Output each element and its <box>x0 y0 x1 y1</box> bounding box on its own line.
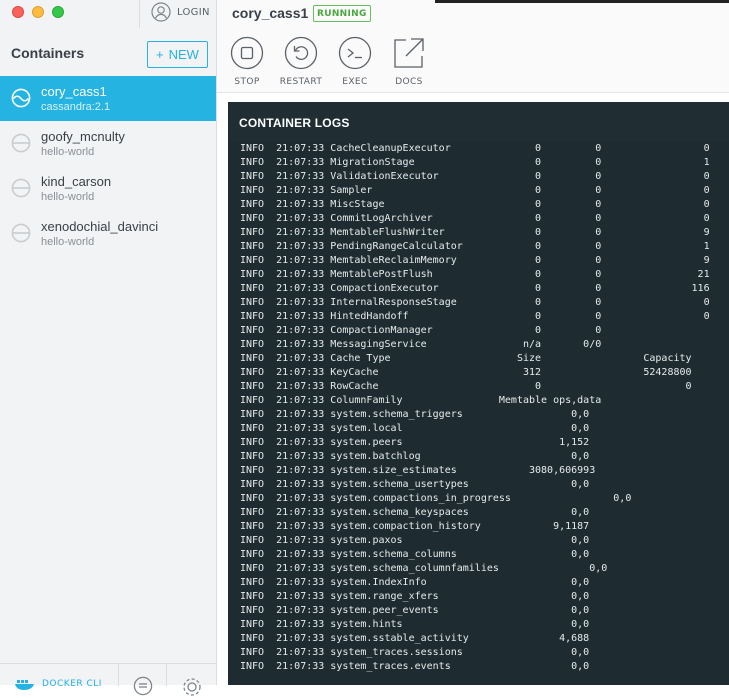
log-line: INFO 21:07:33 system.sstable_activity 4,… <box>240 633 590 644</box>
log-line: INFO 21:07:33 system.schema_triggers 0,0 <box>240 409 590 420</box>
log-line: INFO 21:07:33 system_traces.sessions 0,0 <box>240 647 590 658</box>
login-button[interactable]: LOGIN <box>151 1 210 23</box>
log-line: INFO 21:07:33 system_traces.events 0,0 <box>240 661 590 672</box>
sidebar-title: Containers <box>11 45 85 61</box>
gear-icon[interactable] <box>181 676 203 698</box>
log-line: INFO 21:07:33 system.peers 1,152 <box>240 437 590 448</box>
log-line: INFO 21:07:33 system.batchlog 0,0 <box>240 451 590 462</box>
log-line: INFO 21:07:33 Sampler 0 0 0 <box>240 185 710 196</box>
log-line: INFO 21:07:33 system.schema_usertypes 0,… <box>240 479 590 490</box>
container-image: hello-world <box>41 236 95 248</box>
stop-icon <box>230 36 264 70</box>
container-item-cory-cass1[interactable]: cory_cass1 cassandra:2.1 <box>0 76 216 121</box>
minimize-window-button[interactable] <box>32 6 44 18</box>
restart-label: RESTART <box>279 77 323 87</box>
new-button-label: NEW <box>168 47 199 62</box>
container-image: cassandra:2.1 <box>41 101 111 113</box>
log-line: INFO 21:07:33 Cache Type Size Capacity <box>240 353 692 364</box>
log-line: INFO 21:07:33 MemtablePostFlush 0 0 21 <box>240 269 710 280</box>
divider <box>166 664 167 686</box>
log-line: INFO 21:07:33 KeyCache 312 52428800 <box>240 367 692 378</box>
maximize-window-button[interactable] <box>52 6 64 18</box>
logs-header: CONTAINER LOGS <box>228 102 729 142</box>
container-header: cory_cass1 RUNNING STOP RESTART EXEC DOC <box>217 0 729 93</box>
container-name: kind_carson <box>41 174 112 189</box>
container-logs-panel[interactable]: CONTAINER LOGS INFO 21:07:33 CacheCleanu… <box>228 102 729 685</box>
log-line: INFO 21:07:33 system.compaction_history … <box>240 521 590 532</box>
log-line: INFO 21:07:33 MiscStage 0 0 0 <box>240 199 710 210</box>
log-output[interactable]: INFO 21:07:33 CacheCleanupExecutor 0 0 0… <box>240 142 729 685</box>
external-link-icon <box>394 38 424 68</box>
divider <box>139 0 140 28</box>
user-icon <box>151 2 171 22</box>
container-name: cory_cass1 <box>41 84 107 99</box>
container-item-xenodochial-davinci[interactable]: xenodochial_davinci hello-world <box>0 211 216 256</box>
docs-button[interactable]: DOCS <box>384 36 434 87</box>
log-line: INFO 21:07:33 ColumnFamily Memtable ops,… <box>240 395 602 406</box>
docker-cli-label: DOCKER CLI <box>42 679 102 689</box>
container-item-goofy-mcnulty[interactable]: goofy_mcnulty hello-world <box>0 121 216 166</box>
log-line: INFO 21:07:33 system.peer_events 0,0 <box>240 605 590 616</box>
stopped-container-icon <box>11 133 31 153</box>
exec-button[interactable]: EXEC <box>330 36 380 87</box>
log-line: INFO 21:07:33 MemtableReclaimMemory 0 0 … <box>240 255 710 266</box>
log-line: INFO 21:07:33 RowCache 0 0 <box>240 381 692 392</box>
container-item-kind-carson[interactable]: kind_carson hello-world <box>0 166 216 211</box>
container-name: goofy_mcnulty <box>41 129 125 144</box>
log-line: INFO 21:07:33 CacheCleanupExecutor 0 0 0 <box>240 143 710 154</box>
new-container-button[interactable]: + NEW <box>147 41 208 68</box>
container-image: hello-world <box>41 146 95 158</box>
close-window-button[interactable] <box>12 6 24 18</box>
logs-title: CONTAINER LOGS <box>239 116 350 130</box>
stop-label: STOP <box>234 77 260 87</box>
container-image: hello-world <box>41 191 95 203</box>
log-line: INFO 21:07:33 system.IndexInfo 0,0 <box>240 577 590 588</box>
exec-label: EXEC <box>342 77 368 87</box>
plus-icon: + <box>156 47 164 62</box>
log-line: INFO 21:07:33 HintedHandoff 0 0 0 <box>240 311 710 322</box>
docs-label: DOCS <box>395 77 423 87</box>
log-line: INFO 21:07:33 CompactionManager 0 0 <box>240 325 602 336</box>
window-edge <box>435 0 729 3</box>
docker-cli-link[interactable]: DOCKER CLI <box>14 678 102 690</box>
log-line: INFO 21:07:33 CommitLogArchiver 0 0 0 <box>240 213 710 224</box>
sidebar-footer: DOCKER CLI <box>0 663 216 696</box>
status-badge: RUNNING <box>313 5 371 22</box>
log-line: INFO 21:07:33 system.schema_columnfamili… <box>240 563 608 574</box>
running-container-icon <box>11 88 31 108</box>
restart-icon <box>284 36 318 70</box>
container-title: cory_cass1 <box>232 5 309 21</box>
log-line: INFO 21:07:33 MessagingService n/a 0/0 <box>240 339 602 350</box>
chat-icon[interactable] <box>133 676 153 696</box>
docker-whale-icon <box>15 680 34 690</box>
terminal-icon <box>338 36 372 70</box>
log-line: INFO 21:07:33 system.local 0,0 <box>240 423 590 434</box>
log-line: INFO 21:07:33 system.paxos 0,0 <box>240 535 590 546</box>
restart-button[interactable]: RESTART <box>276 36 326 87</box>
log-line: INFO 21:07:33 ValidationExecutor 0 0 0 <box>240 171 710 182</box>
log-line: INFO 21:07:33 system.size_estimates 3080… <box>240 465 596 476</box>
stop-button[interactable]: STOP <box>222 36 272 87</box>
container-name: xenodochial_davinci <box>41 219 159 234</box>
log-line: INFO 21:07:33 system.hints 0,0 <box>240 619 590 630</box>
sidebar: LOGIN Containers + NEW cory_cass1 cassan… <box>0 0 217 696</box>
log-line: INFO 21:07:33 system.range_xfers 0,0 <box>240 591 590 602</box>
log-line: INFO 21:07:33 PendingRangeCalculator 0 0… <box>240 241 710 252</box>
log-line: INFO 21:07:33 system.schema_columns 0,0 <box>240 549 590 560</box>
divider <box>118 664 119 686</box>
login-label: LOGIN <box>177 6 210 18</box>
log-line: INFO 21:07:33 CompactionExecutor 0 0 116 <box>240 283 710 294</box>
stopped-container-icon <box>11 178 31 198</box>
stopped-container-icon <box>11 223 31 243</box>
log-line: INFO 21:07:33 MemtableFlushWriter 0 0 9 <box>240 227 710 238</box>
log-line: INFO 21:07:33 MigrationStage 0 0 1 <box>240 157 710 168</box>
log-line: INFO 21:07:33 InternalResponseStage 0 0 … <box>240 297 710 308</box>
log-line: INFO 21:07:33 system.schema_keyspaces 0,… <box>240 507 590 518</box>
window-titlebar: LOGIN <box>0 0 216 28</box>
log-line: INFO 21:07:33 system.compactions_in_prog… <box>240 493 632 504</box>
